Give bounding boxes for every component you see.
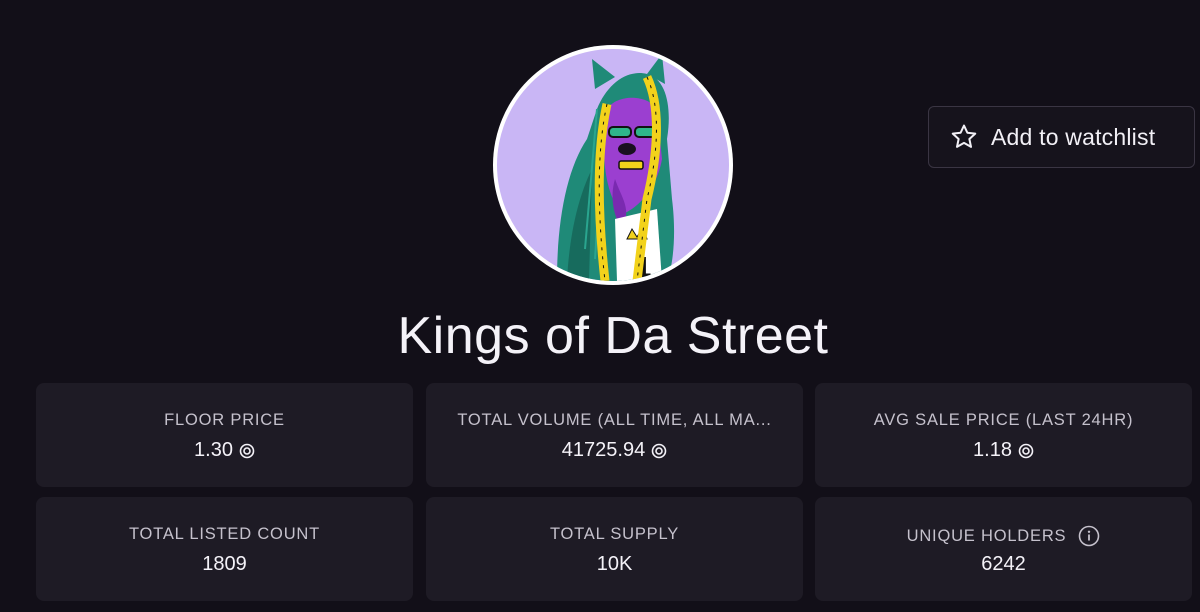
lion-hoodie-image: 1: [497, 49, 729, 281]
stat-total-volume: TOTAL VOLUME (ALL TIME, ALL MA... 41725.…: [426, 383, 803, 487]
collection-avatar: 1: [493, 45, 733, 285]
collection-page: 1 Add to watchlist Kings of Da Street FL…: [0, 0, 1200, 612]
stat-value-text: 1809: [202, 553, 247, 575]
stat-floor-price: FLOOR PRICE 1.30: [36, 383, 413, 487]
add-to-watchlist-button[interactable]: Add to watchlist: [928, 106, 1195, 168]
stat-label-row: UNIQUE HOLDERS: [815, 525, 1192, 547]
stat-value-text: 6242: [981, 553, 1026, 575]
stat-label: TOTAL SUPPLY: [549, 525, 680, 543]
stat-label: UNIQUE HOLDERS: [906, 526, 1067, 545]
sol-coin-icon: [651, 443, 667, 459]
stat-value-text: 41725.94: [561, 439, 646, 461]
stat-label: TOTAL VOLUME (ALL TIME, ALL MA...: [457, 411, 772, 429]
watchlist-label: Add to watchlist: [991, 123, 1156, 150]
stat-value: 6242: [815, 553, 1192, 576]
info-icon[interactable]: [1078, 525, 1100, 547]
stat-avg-sale-price: AVG SALE PRICE (LAST 24HR) 1.18: [815, 383, 1192, 487]
star-outline-icon: [949, 122, 979, 152]
stat-unique-holders: UNIQUE HOLDERS 6242: [815, 497, 1192, 601]
stat-label: AVG SALE PRICE (LAST 24HR): [873, 411, 1134, 429]
stat-label: TOTAL LISTED COUNT: [128, 525, 321, 543]
stat-total-listed-count: TOTAL LISTED COUNT 1809: [36, 497, 413, 601]
stat-total-supply: TOTAL SUPPLY 10K: [426, 497, 803, 601]
sol-coin-icon: [239, 443, 255, 459]
collection-title: Kings of Da Street: [397, 307, 829, 365]
stat-value-text: 1.30: [194, 439, 233, 461]
stat-value-text: 10K: [596, 553, 633, 575]
stat-label: FLOOR PRICE: [164, 411, 285, 429]
stat-value: 1809: [36, 553, 413, 576]
stat-value: 1.18: [815, 439, 1192, 462]
stat-value: 41725.94: [426, 439, 803, 462]
stat-value: 10K: [426, 553, 803, 576]
stat-value-text: 1.18: [973, 439, 1012, 461]
stat-value: 1.30: [36, 439, 413, 462]
sol-coin-icon: [1018, 443, 1034, 459]
